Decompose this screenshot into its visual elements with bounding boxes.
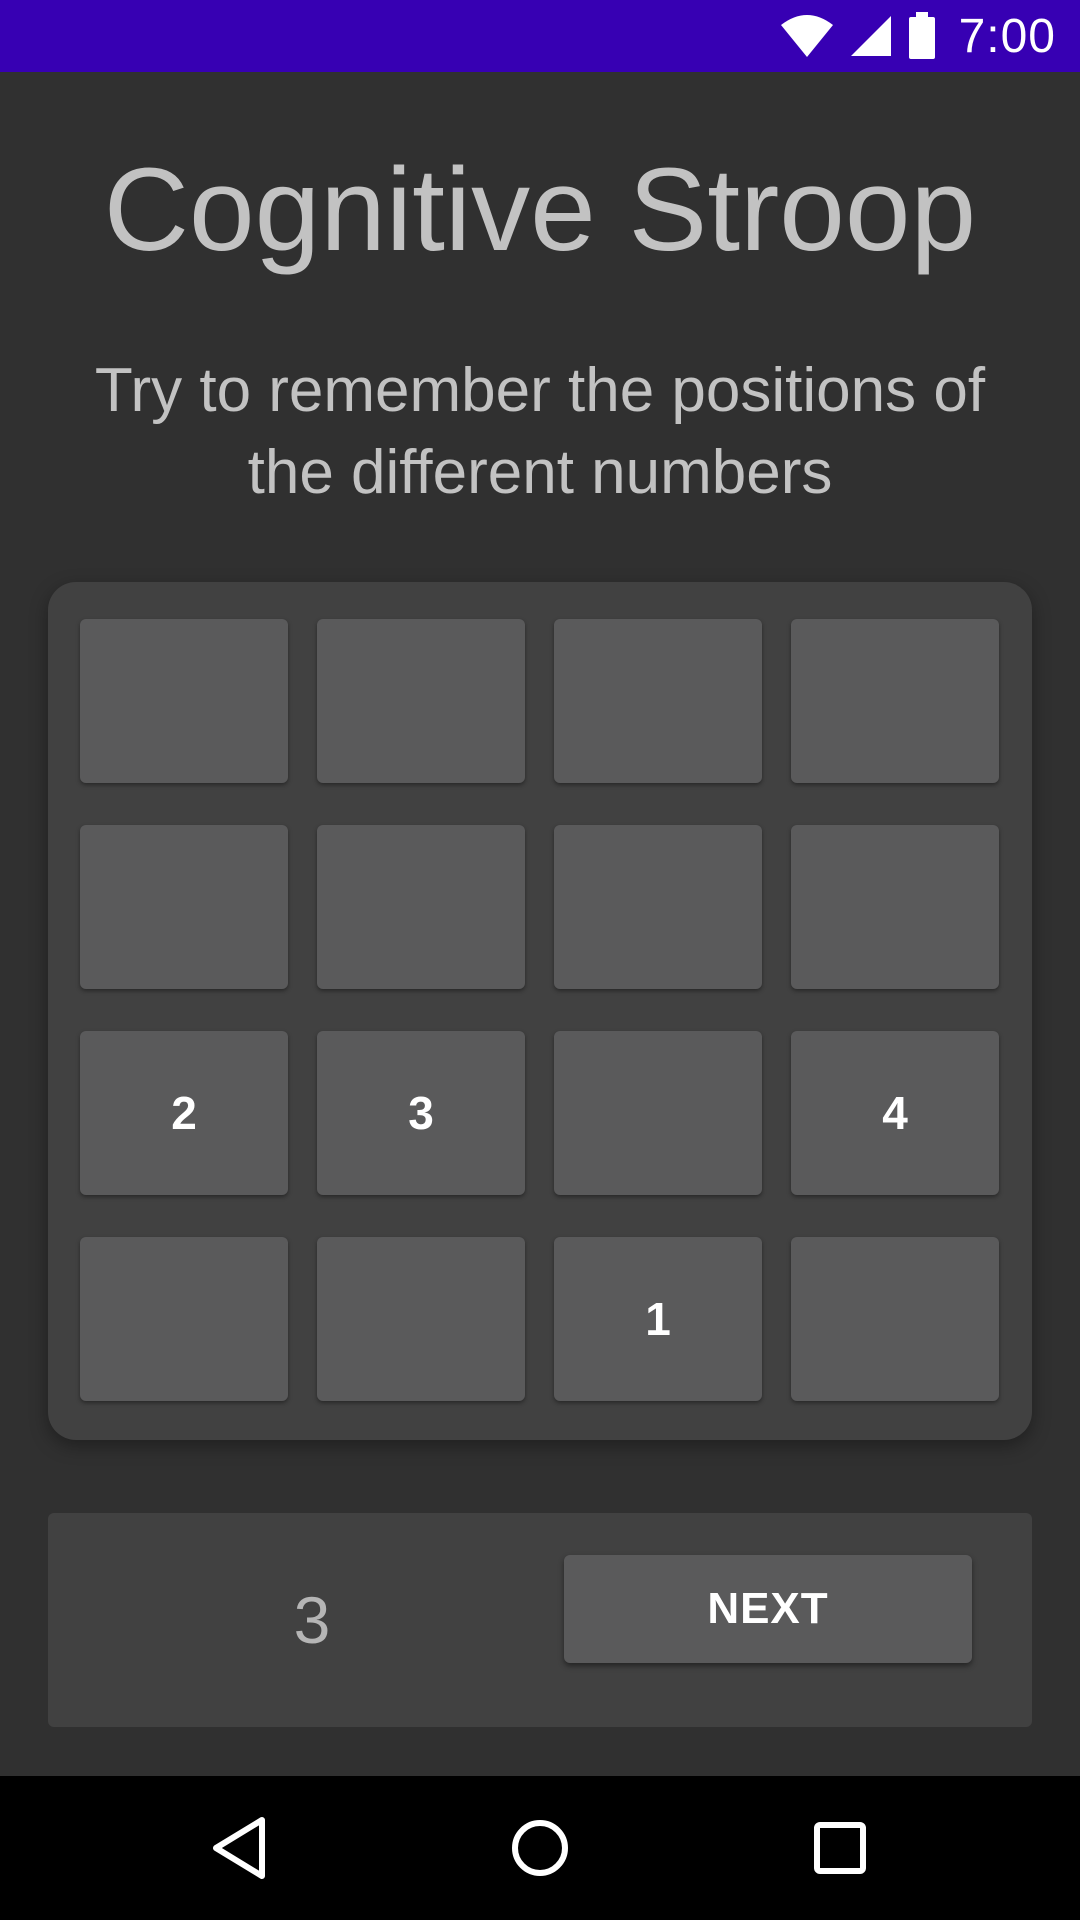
grid-tile-r3c4[interactable]: 4	[791, 1031, 999, 1195]
grid-tile-r4c3[interactable]: 1	[554, 1237, 762, 1401]
grid-tile-r4c4[interactable]	[791, 1237, 999, 1401]
grid-tile-r3c3[interactable]	[554, 1031, 762, 1195]
next-button[interactable]: NEXT	[564, 1555, 972, 1663]
status-time: 7:00	[958, 9, 1056, 63]
wifi-icon	[780, 15, 833, 57]
instructions-text: Try to remember the positions of the dif…	[94, 356, 986, 507]
battery-icon	[908, 12, 935, 59]
grid-tile-r2c2[interactable]	[317, 825, 525, 989]
grid-tile-r2c4[interactable]	[791, 825, 999, 989]
cell-signal-icon	[850, 16, 891, 56]
recents-icon[interactable]	[800, 1808, 880, 1888]
back-icon[interactable]	[200, 1808, 280, 1888]
count-display: 3	[293, 1583, 331, 1657]
grid-tile-r3c2[interactable]: 3	[317, 1031, 525, 1195]
bottom-panel: 3 NEXT	[48, 1513, 1032, 1727]
grid-tile-r2c1[interactable]	[80, 825, 288, 989]
status-icons: 7:00	[779, 0, 1056, 72]
grid-tile-r1c1[interactable]	[80, 619, 288, 783]
number-grid: 2 3 4 1	[48, 582, 1032, 1440]
grid-tile-r1c3[interactable]	[554, 619, 762, 783]
grid-tile-r4c1[interactable]	[80, 1237, 288, 1401]
status-bar: 7:00	[0, 0, 1080, 72]
grid-tile-r4c2[interactable]	[317, 1237, 525, 1401]
grid-tile-r2c3[interactable]	[554, 825, 762, 989]
grid-tile-r1c4[interactable]	[791, 619, 999, 783]
home-icon[interactable]	[500, 1808, 580, 1888]
navigation-bar	[0, 1776, 1080, 1920]
page-title: Cognitive Stroop	[103, 144, 977, 276]
grid-tile-r1c2[interactable]	[317, 619, 525, 783]
grid-tile-r3c1[interactable]: 2	[80, 1031, 288, 1195]
